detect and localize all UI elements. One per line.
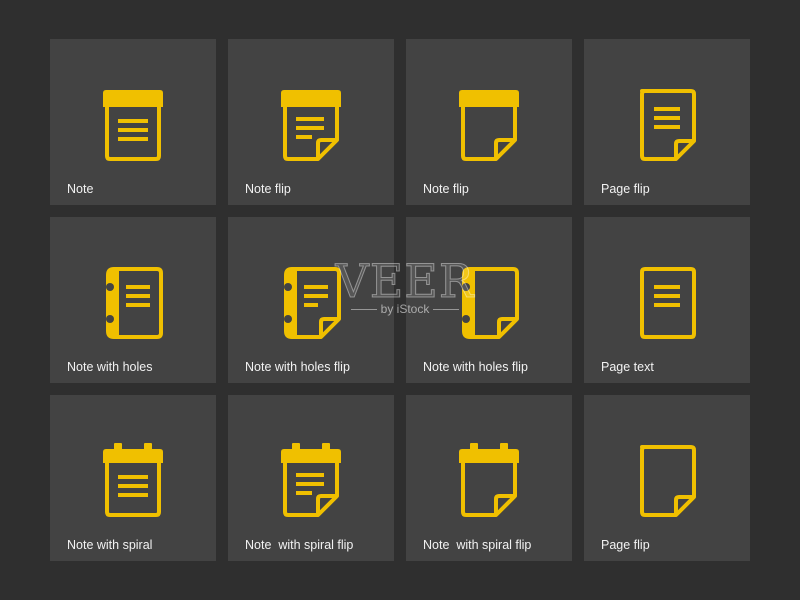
note-with-holes-flip-icon <box>284 267 341 339</box>
tile-note-with-holes-flip[interactable]: Note with holes flip <box>228 217 394 383</box>
tile-label: Note flip <box>423 182 469 196</box>
page-flip-text-icon <box>640 89 696 161</box>
tile-label: Note flip <box>245 182 291 196</box>
tile-page-flip[interactable]: Page flip <box>584 39 750 205</box>
tile-label: Note with holes flip <box>245 360 350 374</box>
tile-page-flip-blank[interactable]: Page flip <box>584 395 750 561</box>
note-with-spiral-icon <box>103 443 163 517</box>
note-with-holes-icon <box>106 267 163 339</box>
tile-note-with-holes[interactable]: Note with holes <box>50 217 216 383</box>
tile-note-flip-blank[interactable]: Note flip <box>406 39 572 205</box>
tile-note-with-spiral[interactable]: Note with spiral <box>50 395 216 561</box>
tile-page-text[interactable]: Page text <box>584 217 750 383</box>
page-text-icon <box>640 267 696 339</box>
tile-label: Page flip <box>601 538 650 552</box>
tile-label: Page flip <box>601 182 650 196</box>
icon-grid: Note Note flip Note flip Page flip Note … <box>50 39 750 561</box>
tile-note-with-spiral-flip-blank[interactable]: Note with spiral flip <box>406 395 572 561</box>
note-with-spiral-flip-icon <box>281 443 341 517</box>
tile-label: Note with holes flip <box>423 360 528 374</box>
tile-label: Note <box>67 182 94 196</box>
note-flip-blank-icon <box>459 90 519 161</box>
tile-label: Note with spiral flip <box>245 538 354 552</box>
tile-label: Page text <box>601 360 654 374</box>
tile-note-with-holes-flip-blank[interactable]: Note with holes flip <box>406 217 572 383</box>
note-with-holes-flip-blank-icon <box>462 267 519 339</box>
tile-label: Note with holes <box>67 360 153 374</box>
page-flip-blank-icon <box>640 445 696 517</box>
tile-label: Note with spiral flip <box>423 538 532 552</box>
tile-note-flip[interactable]: Note flip <box>228 39 394 205</box>
note-with-spiral-flip-blank-icon <box>459 443 519 517</box>
tile-label: Note with spiral <box>67 538 153 552</box>
tile-note-with-spiral-flip[interactable]: Note with spiral flip <box>228 395 394 561</box>
note-flip-icon <box>281 90 341 161</box>
tile-note[interactable]: Note <box>50 39 216 205</box>
note-icon <box>103 90 163 161</box>
